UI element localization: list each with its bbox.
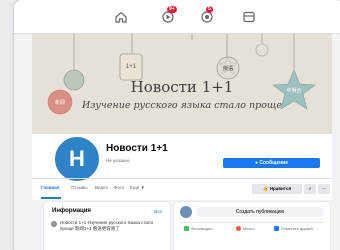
top-nav-bar: 9+ 5 (14, 0, 340, 34)
location-icon (236, 226, 241, 231)
message-button-label: Сообщение (259, 160, 289, 166)
page-header: H Новости 1+1 Не указано ● Сообщение Гла… (32, 134, 332, 200)
thumbs-up-icon: 👍 (262, 186, 270, 191)
cover-photo: 1+1 俄语 新闻 中俄合 Новости 1+1 Изучение русск… (32, 34, 332, 134)
tab-video[interactable]: Видео (95, 185, 108, 190)
info-see-all-link[interactable]: Все (154, 209, 162, 214)
photo-icon (184, 226, 189, 231)
marketplace-badge: 5 (206, 6, 213, 13)
info-icon: i (51, 221, 57, 227)
info-title: Информация (52, 208, 91, 214)
cover-subtitle: Изучение русского языка стало проще (81, 100, 283, 111)
home-icon[interactable] (114, 10, 128, 24)
video-icon[interactable]: 9+ (161, 6, 177, 24)
photo-video-action[interactable]: Фото/видео (184, 226, 212, 231)
page-title: Новости 1+1 (106, 143, 168, 154)
active-tab-indicator (41, 197, 61, 199)
like-button[interactable]: 👍 Нравится (252, 184, 302, 194)
marketplace-icon[interactable]: 5 (200, 6, 214, 24)
more-button[interactable]: ··· (318, 184, 330, 194)
page-tabs: Главная Отзывы Видео Фото Ещё ▼ 👍 Нравит… (32, 178, 332, 200)
tab-more[interactable]: Ещё ▼ (130, 185, 145, 190)
tag-friends-icon (274, 226, 279, 231)
info-description: Новости 1+1 Изучение русского языка стал… (60, 220, 154, 231)
tab-photo[interactable]: Фото (114, 185, 124, 190)
create-post-card: Создать публикацию Фото/видео Место Отме… (174, 202, 330, 250)
groups-icon[interactable] (242, 10, 256, 24)
tag-friends-action[interactable]: Отметить друзей (274, 226, 313, 231)
divider (180, 222, 324, 223)
search-button[interactable]: ⌕ (304, 184, 316, 194)
tag-friends-label: Отметить друзей (281, 226, 313, 231)
screen: 9+ 5 1+1 俄语 新闻 中俄合 Новости 1+1 Изучение … (0, 0, 340, 250)
location-action[interactable]: Место (236, 226, 255, 231)
browser-frame: 9+ 5 1+1 俄语 新闻 中俄合 Новости 1+1 Изучение … (14, 0, 340, 250)
search-icon: ⌕ (308, 186, 312, 192)
video-badge: 9+ (167, 6, 177, 13)
photo-video-label: Фото/видео (191, 226, 213, 231)
create-post-button[interactable]: Создать публикацию (196, 207, 324, 217)
user-avatar (180, 206, 192, 218)
tab-home[interactable]: Главная (41, 185, 59, 190)
more-icon: ··· (321, 186, 327, 192)
like-button-label: Нравится (269, 186, 292, 191)
location-label: Место (243, 226, 255, 231)
tab-reviews[interactable]: Отзывы (71, 185, 87, 190)
avatar[interactable]: H (52, 134, 102, 184)
page-category: Не указано (106, 158, 130, 163)
message-button[interactable]: ● Сообщение (223, 158, 320, 168)
cover-title: Новости 1+1 (130, 78, 234, 96)
info-card: Информация Все i Новости 1+1 Изучение ру… (44, 202, 170, 250)
